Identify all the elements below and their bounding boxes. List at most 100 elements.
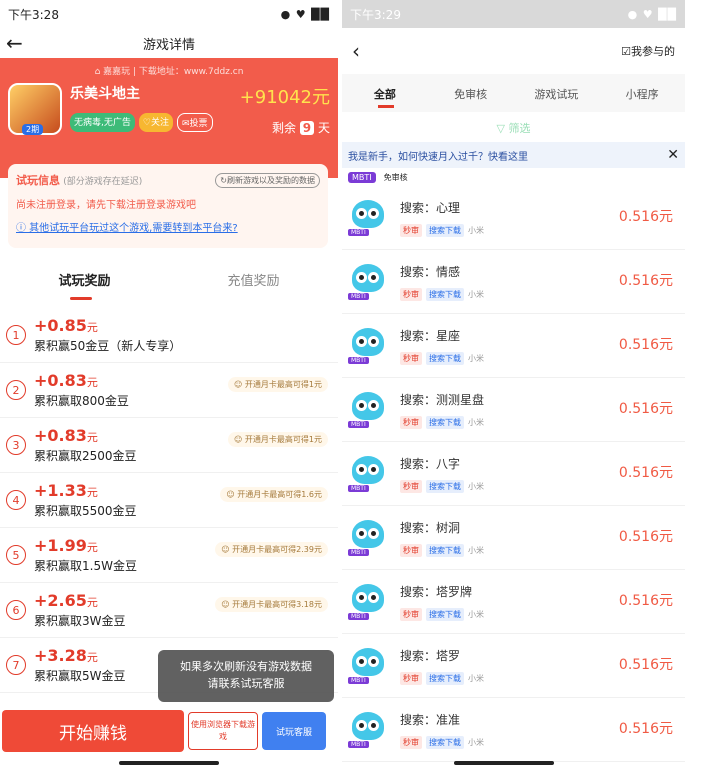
reward-item[interactable]: 5 +1.99元 累积赢取1.5W金豆 ☺ 开通月卡最高可得2.39元 xyxy=(0,528,338,583)
instant-review-tag: 秒审 xyxy=(400,607,422,621)
tab-trial-reward[interactable]: 试玩奖励 xyxy=(0,262,169,300)
platform-tag: 小米 xyxy=(468,225,484,235)
search-download-tag: 搜索下载 xyxy=(426,543,464,557)
task-title: 搜索：星座 xyxy=(400,328,461,343)
safe-tag: 无病毒,无广告 xyxy=(70,113,135,132)
task-title: 搜索：准准 xyxy=(400,712,461,727)
reward-item[interactable]: 6 +2.65元 累积赢取3W金豆 ☺ 开通月卡最高可得3.18元 xyxy=(0,583,338,638)
trial-service-button[interactable]: 试玩客服 xyxy=(262,712,326,750)
reward-item[interactable]: 1 +0.85元 累积赢50金豆（新人专享） xyxy=(0,308,338,363)
game-hero: ⌂ 嘉嘉玩 | 下载地址：www.7ddz.cn 2期 乐美斗地主 无病毒,无广… xyxy=(0,58,338,178)
app-icon: 2期 xyxy=(8,83,62,135)
instant-review-tag: 秒审 xyxy=(400,671,422,685)
close-icon[interactable]: ✕ xyxy=(667,147,679,163)
tab-mini-program[interactable]: 小程序 xyxy=(599,74,685,112)
refresh-button[interactable]: ↻刷新游戏以及奖励的数据 xyxy=(215,172,320,188)
back-chevron-icon[interactable]: ‹ xyxy=(352,39,360,63)
search-download-tag: 搜索下载 xyxy=(426,351,464,365)
owl-app-icon: MBTI xyxy=(348,518,388,558)
reward-item[interactable]: 4 +1.33元 累积赢取5500金豆 ☺ 开通月卡最高可得1.6元 xyxy=(0,473,338,528)
tab-no-review[interactable]: 免审核 xyxy=(428,74,514,112)
instant-review-tag: 秒审 xyxy=(400,287,422,301)
monthly-pass-tag[interactable]: ☺ 开通月卡最高可得1元 xyxy=(228,377,328,392)
reward-item[interactable]: 2 +0.83元 累积赢取800金豆 ☺ 开通月卡最高可得1元 xyxy=(0,363,338,418)
instant-review-tag: 秒审 xyxy=(400,415,422,429)
tab-all[interactable]: 全部 xyxy=(342,74,428,112)
mbti-badge: MBTI xyxy=(348,676,369,684)
mbti-badge: MBTI xyxy=(348,171,376,183)
follow-button[interactable]: ♡关注 xyxy=(138,113,173,132)
task-title: 搜索：塔罗 xyxy=(400,648,461,663)
reward-amount: +1.99元 xyxy=(34,536,98,555)
platform-tag: 小米 xyxy=(468,673,484,683)
task-item[interactable]: MBTI 搜索：八字 秒审 搜索下载 小米 0.516元 xyxy=(342,442,685,506)
vote-button[interactable]: ✉投票 xyxy=(176,113,213,132)
top-nav: ‹ ☑我参与的 xyxy=(342,28,685,74)
task-title: 搜索：情感 xyxy=(400,264,461,279)
mbti-badge: MBTI xyxy=(348,484,369,492)
task-price: 0.516元 xyxy=(618,657,673,673)
trial-info-title: 试玩信息 xyxy=(16,174,60,187)
monthly-pass-tag[interactable]: ☺ 开通月卡最高可得1.6元 xyxy=(220,487,328,502)
owl-app-icon: MBTI xyxy=(348,582,388,622)
reward-amount: +3.28元 xyxy=(34,646,98,665)
task-price: 0.516元 xyxy=(618,721,673,737)
platform-tag: 小米 xyxy=(468,417,484,427)
reward-desc: 累积赢取2500金豆 xyxy=(34,449,137,463)
task-item[interactable]: MBTI 搜索：树洞 秒审 搜索下载 小米 0.516元 xyxy=(342,506,685,570)
monthly-pass-tag[interactable]: ☺ 开通月卡最高可得1元 xyxy=(228,432,328,447)
status-time: 下午3:29 xyxy=(350,7,401,22)
search-download-tag: 搜索下载 xyxy=(426,223,464,237)
task-title: 搜索：塔罗牌 xyxy=(400,584,473,599)
reward-tabs: 试玩奖励 充值奖励 xyxy=(0,262,338,300)
status-bar: 下午3:29 ● ♥ ██ xyxy=(342,0,685,28)
level-badge: 2期 xyxy=(22,124,44,135)
task-item[interactable]: MBTI 搜索：塔罗牌 秒审 搜索下载 小米 0.516元 xyxy=(342,570,685,634)
reward-index: 4 xyxy=(6,490,26,510)
task-item[interactable]: MBTI 搜索：星座 秒审 搜索下载 小米 0.516元 xyxy=(342,314,685,378)
task-price: 0.516元 xyxy=(618,273,673,289)
task-item[interactable]: MBTI 搜索：塔罗秒审 搜索下载 小米 0.516元 xyxy=(342,634,685,698)
platform-tag: 小米 xyxy=(468,353,484,363)
toast-line: 如果多次刷新没有游戏数据 xyxy=(180,660,312,673)
filter-button[interactable]: ▽ 筛选 xyxy=(342,112,685,142)
reward-index: 6 xyxy=(6,600,26,620)
tab-game-trial[interactable]: 游戏试玩 xyxy=(514,74,600,112)
reward-desc: 累积赢取800金豆 xyxy=(34,394,129,408)
transfer-link[interactable]: ⓘ 其他试玩平台玩过这个游戏,需要转到本平台来? xyxy=(16,219,320,234)
monthly-pass-tag[interactable]: ☺ 开通月卡最高可得2.39元 xyxy=(215,542,328,557)
task-price: 0.516元 xyxy=(618,465,673,481)
task-item[interactable]: MBTI 搜索：情感 秒审 搜索下载 小米 0.516元 xyxy=(342,250,685,314)
reward-item[interactable]: 3 +0.83元 累积赢取2500金豆 ☺ 开通月卡最高可得1元 xyxy=(0,418,338,473)
mbti-badge: MBTI xyxy=(348,740,369,748)
browser-download-button[interactable]: 使用浏览器下载游戏 xyxy=(188,712,258,750)
owl-app-icon: MBTI xyxy=(348,710,388,750)
status-icons: ● ♥ ██ xyxy=(627,7,677,21)
reward-amount: +0.83元 xyxy=(34,371,98,390)
task-item[interactable]: MBTI 搜索：心理 秒审 搜索下载 小米 0.516元 xyxy=(342,186,685,250)
reward-index: 3 xyxy=(6,435,26,455)
notice-text[interactable]: 我是新手，如何快速月入过千？快看这里 xyxy=(348,148,528,163)
mbti-badge: MBTI xyxy=(348,612,369,620)
owl-app-icon: MBTI xyxy=(348,262,388,302)
task-title: 搜索：心理 xyxy=(400,200,461,215)
reward-index: 5 xyxy=(6,545,26,565)
start-earning-button[interactable]: 开始赚钱 xyxy=(2,710,184,752)
owl-app-icon: MBTI xyxy=(348,646,388,686)
top-nav: ← 游戏详情 xyxy=(0,28,338,58)
task-item[interactable]: MBTI 搜索：准准 秒审 搜索下载 小米 0.516元 xyxy=(342,698,685,762)
reward-list: 1 +0.85元 累积赢50金豆（新人专享） 2 +0.83元 累积赢取800金豆 ☺ 开通… xyxy=(0,308,338,693)
task-item[interactable]: MBTI 搜索：测测星盘 秒审 搜索下载 小米 0.516元 xyxy=(342,378,685,442)
task-price: 0.516元 xyxy=(618,401,673,417)
tab-recharge-reward[interactable]: 充值奖励 xyxy=(169,262,338,298)
game-detail-screen: 下午3:28 ● ♥ ██ ← 游戏详情 ⌂ 嘉嘉玩 | 下载地址：www.7d… xyxy=(0,0,338,771)
platform-tag: 小米 xyxy=(468,737,484,747)
instant-review-tag: 秒审 xyxy=(400,479,422,493)
platform-tag: 小米 xyxy=(468,609,484,619)
owl-app-icon: MBTI xyxy=(348,198,388,238)
search-download-tag: 搜索下载 xyxy=(426,671,464,685)
my-participation-link[interactable]: ☑我参与的 xyxy=(621,43,675,59)
monthly-pass-tag[interactable]: ☺ 开通月卡最高可得3.18元 xyxy=(215,597,328,612)
back-arrow-icon[interactable]: ← xyxy=(6,31,23,55)
app-name: 乐美斗地主 xyxy=(70,86,140,102)
